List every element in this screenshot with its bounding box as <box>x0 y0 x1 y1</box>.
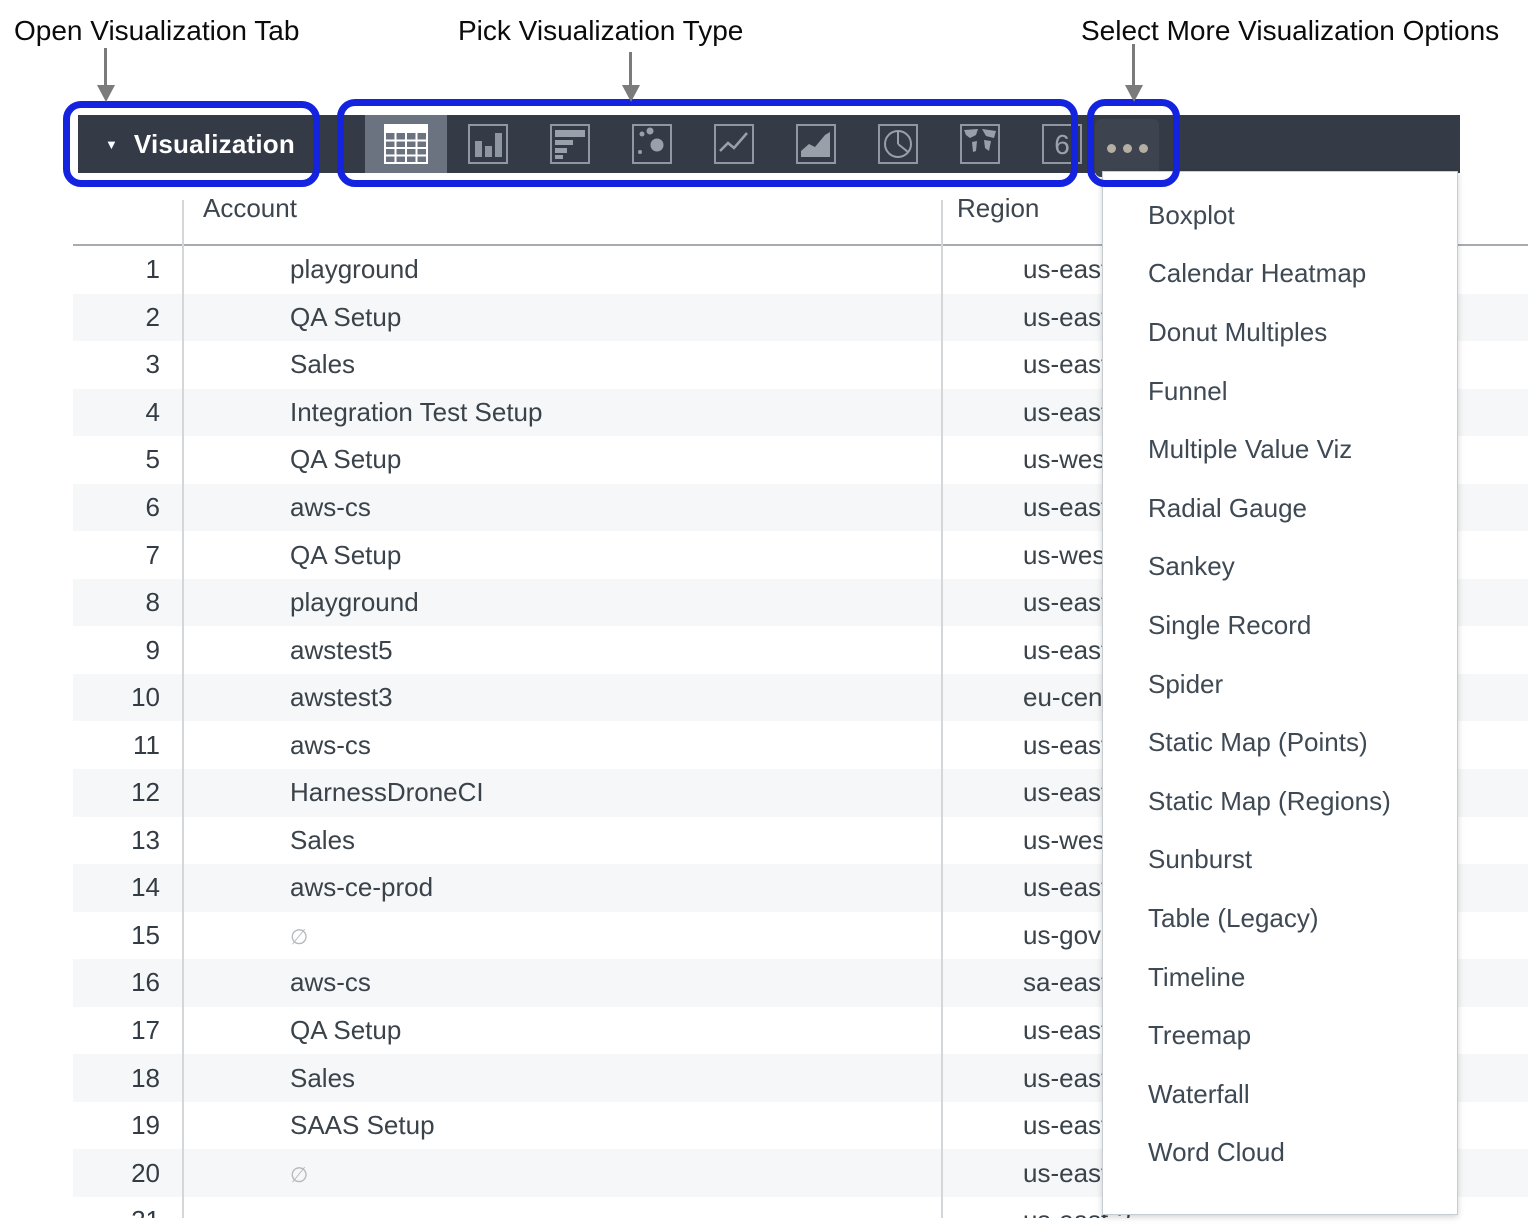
menu-item-word-cloud[interactable]: Word Cloud <box>1103 1124 1457 1183</box>
column-divider <box>182 200 184 1218</box>
row-number-cell: 19 <box>73 1110 160 1141</box>
ellipsis-icon <box>1139 144 1148 153</box>
ellipsis-icon <box>1107 144 1116 153</box>
arrow-down-icon <box>629 52 632 85</box>
visualization-tab-label: Visualization <box>134 129 295 160</box>
account-cell: QA Setup <box>269 302 1007 333</box>
row-number-cell: 4 <box>73 397 160 428</box>
column-header-region[interactable]: Region <box>957 173 1039 244</box>
menu-item-single-record[interactable]: Single Record <box>1103 596 1457 655</box>
column-divider <box>941 200 943 1218</box>
row-number-cell: 18 <box>73 1063 160 1094</box>
account-cell: awstest5 <box>269 635 1007 666</box>
account-cell: SAAS Setup <box>269 1110 1007 1141</box>
account-cell: HarnessDroneCI <box>269 777 1007 808</box>
menu-item-sankey[interactable]: Sankey <box>1103 538 1457 597</box>
viz-type-area-chart-icon[interactable] <box>775 115 857 173</box>
menu-item-static-map-regions[interactable]: Static Map (Regions) <box>1103 772 1457 831</box>
annotation-open-visualization-tab: Open Visualization Tab <box>14 14 299 48</box>
visualization-toolbar: ▼ Visualization <box>78 115 1460 173</box>
account-cell: Sales <box>269 1063 1007 1094</box>
menu-item-spider[interactable]: Spider <box>1103 655 1457 714</box>
more-viz-menu: BoxplotCalendar HeatmapDonut MultiplesFu… <box>1102 171 1458 1215</box>
row-number-cell: 2 <box>73 302 160 333</box>
account-cell: QA Setup <box>269 540 1007 571</box>
viz-type-single-value-icon[interactable]: 6 <box>1021 115 1103 173</box>
viz-type-map-icon[interactable] <box>939 115 1021 173</box>
arrow-down-icon <box>1132 44 1135 85</box>
row-number-cell: 6 <box>73 492 160 523</box>
row-number-cell: 14 <box>73 872 160 903</box>
row-number-cell: 5 <box>73 444 160 475</box>
caret-down-icon: ▼ <box>105 137 118 152</box>
row-number-cell: 13 <box>73 825 160 856</box>
row-number-cell: 11 <box>73 730 160 761</box>
row-number-cell: 21 <box>73 1205 160 1218</box>
arrow-down-icon <box>104 48 107 85</box>
visualization-tab-screenshot: Open Visualization Tab Pick Visualizatio… <box>0 0 1528 1232</box>
menu-item-table-legacy[interactable]: Table (Legacy) <box>1103 889 1457 948</box>
menu-item-static-map-points[interactable]: Static Map (Points) <box>1103 713 1457 772</box>
menu-item-funnel[interactable]: Funnel <box>1103 362 1457 421</box>
account-cell: ∅ <box>269 1158 1007 1189</box>
account-cell: aws-cs <box>269 967 1007 998</box>
viz-type-bar-chart-icon[interactable] <box>529 115 611 173</box>
account-cell: ∅ <box>269 920 1007 951</box>
row-number-cell: 12 <box>73 777 160 808</box>
annotation-select-more-options: Select More Visualization Options <box>1081 14 1499 48</box>
account-cell: Integration Test Setup <box>269 397 1007 428</box>
account-cell: QA Setup <box>269 444 1007 475</box>
viz-type-column-chart-icon[interactable] <box>447 115 529 173</box>
single-value-glyph: 6 <box>1054 129 1070 160</box>
row-number-cell: 3 <box>73 349 160 380</box>
account-cell: Sales <box>269 349 1007 380</box>
row-number-cell: 9 <box>73 635 160 666</box>
account-cell: aws-cs <box>269 730 1007 761</box>
account-cell: Sales <box>269 825 1007 856</box>
viz-type-scatter-plot-icon[interactable] <box>611 115 693 173</box>
menu-item-multiple-value-viz[interactable]: Multiple Value Viz <box>1103 420 1457 479</box>
menu-item-boxplot[interactable]: Boxplot <box>1103 186 1457 245</box>
null-value: ∅ <box>290 1164 308 1187</box>
account-cell: aws-cs <box>269 492 1007 523</box>
ellipsis-icon <box>1123 144 1132 153</box>
row-number-cell: 17 <box>73 1015 160 1046</box>
menu-item-sunburst[interactable]: Sunburst <box>1103 831 1457 890</box>
column-header-account[interactable]: Account <box>203 173 297 244</box>
viz-type-line-chart-icon[interactable] <box>693 115 775 173</box>
row-number-cell: 7 <box>73 540 160 571</box>
viz-type-pie-chart-icon[interactable] <box>857 115 939 173</box>
menu-item-calendar-heatmap[interactable]: Calendar Heatmap <box>1103 245 1457 304</box>
account-cell: playground <box>269 254 1007 285</box>
account-cell: awstest3 <box>269 682 1007 713</box>
menu-item-treemap[interactable]: Treemap <box>1103 1006 1457 1065</box>
null-value: ∅ <box>290 926 308 949</box>
menu-item-timeline[interactable]: Timeline <box>1103 948 1457 1007</box>
visualization-tab-button[interactable]: ▼ Visualization <box>78 115 328 173</box>
menu-item-donut-multiples[interactable]: Donut Multiples <box>1103 303 1457 362</box>
account-cell: playground <box>269 587 1007 618</box>
row-number-cell: 15 <box>73 920 160 951</box>
more-viz-options-button[interactable] <box>1095 119 1159 177</box>
account-cell: QA Setup <box>269 1015 1007 1046</box>
viz-type-table-icon[interactable] <box>365 115 447 173</box>
account-cell: aws-ce-prod <box>269 872 1007 903</box>
menu-item-radial-gauge[interactable]: Radial Gauge <box>1103 479 1457 538</box>
row-number-cell: 16 <box>73 967 160 998</box>
row-number-cell: 1 <box>73 254 160 285</box>
row-number-cell: 8 <box>73 587 160 618</box>
row-number-cell: 10 <box>73 682 160 713</box>
annotation-pick-visualization-type: Pick Visualization Type <box>458 14 743 48</box>
row-number-cell: 20 <box>73 1158 160 1189</box>
viz-type-picker: 6 <box>365 115 1103 173</box>
menu-item-waterfall[interactable]: Waterfall <box>1103 1065 1457 1124</box>
